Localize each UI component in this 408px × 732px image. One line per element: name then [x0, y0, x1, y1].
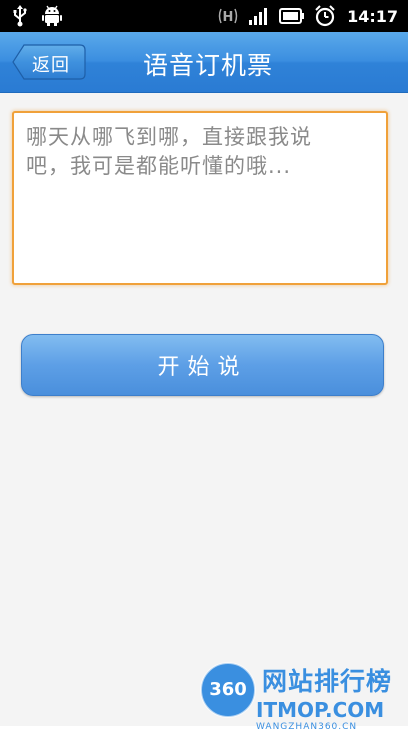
title-bar: 返回 语音订机票: [0, 32, 408, 93]
status-time: 14:17: [347, 6, 398, 26]
watermark-title: 网站排行榜: [262, 667, 393, 696]
status-bar-right: H 14:17: [217, 4, 398, 28]
status-bar-left: [12, 4, 62, 28]
android-debug-icon: [42, 5, 62, 27]
watermark: 360 网站排行榜 ITMOP.COM WANGZHAN360.CN: [190, 648, 404, 732]
start-speaking-button[interactable]: 开始说: [21, 334, 384, 396]
network-h-label: H: [223, 10, 234, 25]
network-h-icon: H: [217, 5, 239, 27]
page-title: 语音订机票: [142, 51, 273, 80]
voice-query-placeholder: 哪天从哪飞到哪，直接跟我说 吧，我可是都能听懂的哦...: [26, 125, 312, 178]
usb-icon: [12, 5, 28, 27]
watermark-badge-text: 360: [209, 679, 247, 700]
watermark-url: WANGZHAN360.CN: [256, 722, 358, 732]
start-speaking-label: 开始说: [157, 355, 248, 380]
battery-icon: [279, 7, 305, 25]
alarm-icon: [314, 5, 336, 27]
main-content: 哪天从哪飞到哪，直接跟我说 吧，我可是都能听懂的哦... 开始说: [0, 93, 408, 726]
watermark-subtitle: ITMOP.COM WANGZHAN360.CN: [256, 698, 384, 732]
watermark-site-label: ITMOP.COM: [256, 698, 385, 722]
status-bar: H 14:17: [0, 0, 408, 32]
voice-query-input[interactable]: 哪天从哪飞到哪，直接跟我说 吧，我可是都能听懂的哦...: [12, 111, 388, 285]
signal-icon: [248, 6, 270, 26]
